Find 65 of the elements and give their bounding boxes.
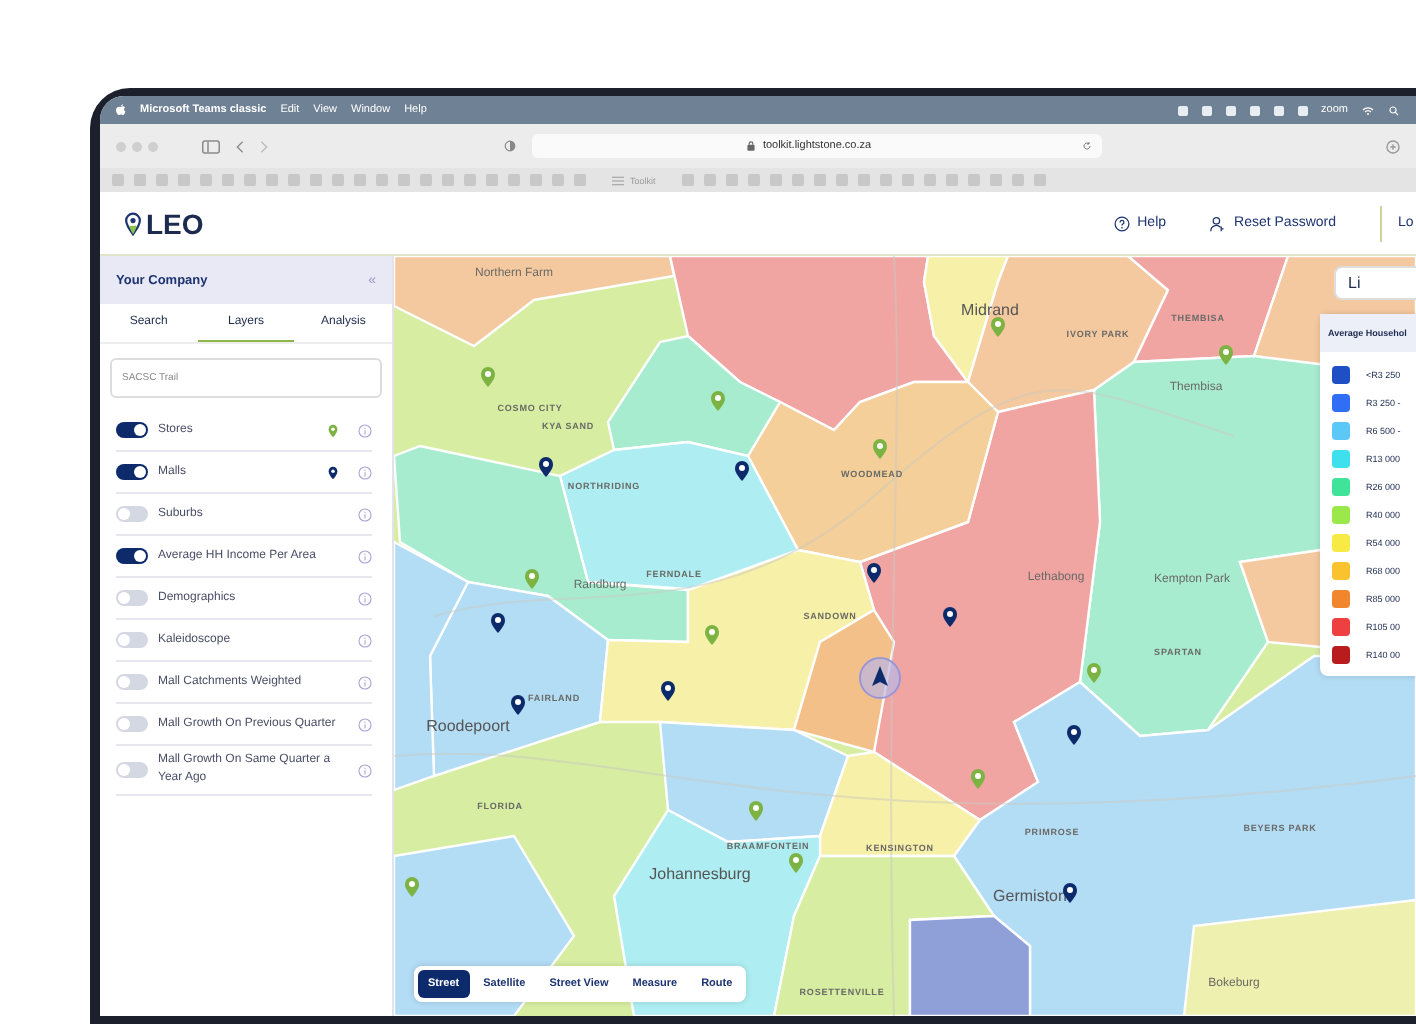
info-icon[interactable]: [358, 507, 372, 521]
store-pin-icon[interactable]: [748, 800, 764, 822]
help-icon: [1113, 215, 1130, 231]
store-pin-icon[interactable]: [788, 852, 804, 874]
layer-toggle[interactable]: [116, 422, 148, 438]
store-pin-icon[interactable]: [404, 876, 420, 898]
mall-pin-icon[interactable]: [1062, 882, 1078, 904]
sidebar-toggle-icon[interactable]: [202, 139, 220, 153]
store-pin-icon[interactable]: [480, 366, 496, 388]
mall-pin-icon[interactable]: [510, 694, 526, 716]
info-icon[interactable]: [358, 763, 372, 777]
menu-icon[interactable]: [612, 175, 624, 185]
app-logo[interactable]: LEO: [146, 207, 204, 239]
info-icon[interactable]: [358, 633, 372, 647]
status-icon[interactable]: [1225, 105, 1236, 115]
info-icon[interactable]: [358, 465, 372, 479]
layer-toggle[interactable]: [116, 632, 148, 648]
store-pin-icon[interactable]: [1218, 344, 1234, 366]
map-label: Midrand: [961, 301, 1019, 319]
store-pin-icon[interactable]: [710, 390, 726, 412]
status-icon[interactable]: [1201, 105, 1212, 115]
forward-icon[interactable]: [260, 139, 268, 153]
mall-pin-icon[interactable]: [734, 460, 750, 482]
layer-toggle[interactable]: [116, 762, 148, 778]
layers-button[interactable]: Li: [1334, 266, 1416, 300]
store-pin-icon[interactable]: [970, 768, 986, 790]
status-icon[interactable]: [1273, 105, 1284, 115]
status-icon[interactable]: [1177, 105, 1188, 115]
store-pin-icon[interactable]: [704, 624, 720, 646]
location-pin-logo-icon: [124, 211, 142, 235]
info-icon[interactable]: [358, 549, 372, 563]
mall-pin-icon[interactable]: [660, 680, 676, 702]
info-icon[interactable]: [358, 675, 372, 689]
mall-pin-icon[interactable]: [942, 606, 958, 628]
store-pin-icon[interactable]: [1086, 662, 1102, 684]
map-label: Johannesburg: [649, 865, 751, 883]
info-icon[interactable]: [358, 717, 372, 731]
status-icon[interactable]: [1297, 105, 1308, 115]
store-pin-icon[interactable]: [524, 568, 540, 590]
layer-toggle[interactable]: [116, 590, 148, 606]
reload-icon[interactable]: [1082, 140, 1092, 152]
back-icon[interactable]: [236, 139, 244, 153]
store-pin-icon[interactable]: [872, 438, 888, 460]
new-tab-icon[interactable]: [1386, 139, 1400, 153]
map-label: Germiston: [993, 887, 1067, 905]
apple-logo-icon[interactable]: [116, 104, 126, 116]
search-icon[interactable]: [1388, 105, 1400, 115]
mall-pin-icon[interactable]: [490, 612, 506, 634]
layer-toggle[interactable]: [116, 464, 148, 480]
store-pin-icon[interactable]: [990, 316, 1006, 338]
lock-icon: [746, 140, 757, 152]
info-icon[interactable]: [358, 423, 372, 437]
layer-toggle[interactable]: [116, 674, 148, 690]
layer-toggle[interactable]: [116, 716, 148, 732]
mall-pin-icon[interactable]: [538, 456, 554, 478]
mall-pin-icon[interactable]: [1066, 724, 1082, 746]
user-key-icon: [1210, 215, 1227, 231]
layer-toggle[interactable]: [116, 548, 148, 564]
wifi-icon[interactable]: [1362, 105, 1374, 115]
info-icon[interactable]: [358, 591, 372, 605]
mall-pin-icon[interactable]: [866, 562, 882, 584]
status-icon[interactable]: [1249, 105, 1260, 115]
map-label: Roodepoort: [426, 717, 510, 735]
layer-toggle[interactable]: [116, 506, 148, 522]
window-controls-icon[interactable]: [116, 141, 158, 151]
